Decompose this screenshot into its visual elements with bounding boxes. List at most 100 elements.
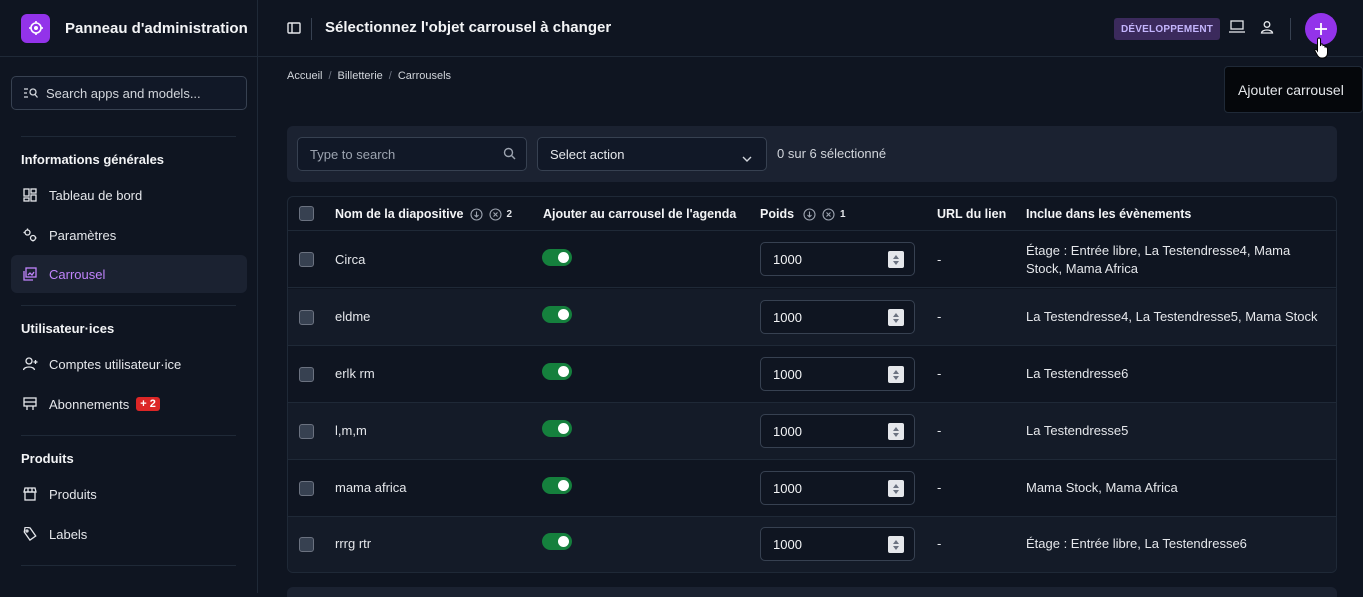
weight-input[interactable]: 1000	[760, 414, 915, 448]
pagination-bar	[287, 587, 1337, 597]
column-label: Nom de la diapositive	[335, 207, 464, 221]
divider	[21, 435, 236, 436]
page-title: Sélectionnez l'objet carrousel à changer	[325, 19, 612, 36]
sidebar-item-label: Abonnements	[49, 396, 130, 412]
sidebar-item-label: Carrousel	[49, 266, 106, 282]
remove-sort-icon[interactable]	[822, 207, 835, 221]
agenda-toggle[interactable]	[542, 420, 572, 437]
table-row: mama africa 1000 - Mama Stock, Mama Afri…	[288, 460, 1336, 517]
sidebar-item-subscriptions[interactable]: Abonnements + 2	[11, 385, 247, 423]
slide-name-link[interactable]: rrrg rtr	[335, 536, 371, 551]
changelist-toolbar: Type to search Select action 0 sur 6 sél…	[287, 126, 1337, 182]
number-spinner-icon[interactable]	[888, 536, 904, 553]
row-checkbox[interactable]	[299, 424, 314, 439]
breadcrumb-home-link[interactable]: Accueil	[287, 70, 322, 82]
slide-name-link[interactable]: l,m,m	[335, 423, 367, 438]
sort-priority: 1	[840, 208, 846, 220]
remove-sort-icon[interactable]	[488, 207, 502, 221]
divider	[21, 565, 236, 566]
select-all-checkbox[interactable]	[299, 206, 314, 221]
row-checkbox[interactable]	[299, 481, 314, 496]
column-header-weight[interactable]: Poids 1	[760, 207, 846, 221]
add-carousel-tooltip: Ajouter carrousel	[1224, 66, 1363, 113]
sidebar-item-dashboard[interactable]: Tableau de bord	[11, 176, 247, 214]
weight-value: 1000	[773, 366, 802, 382]
chevron-down-icon	[742, 150, 752, 165]
settings-icon	[22, 227, 38, 243]
row-checkbox[interactable]	[299, 367, 314, 382]
slide-name-link[interactable]: erlk rm	[335, 366, 375, 381]
row-checkbox[interactable]	[299, 310, 314, 325]
divider	[1290, 18, 1291, 40]
search-placeholder: Type to search	[310, 146, 396, 162]
dashboard-icon	[22, 187, 38, 203]
changelist-search-input[interactable]: Type to search	[297, 137, 527, 171]
sidebar-search-placeholder: Search apps and models...	[46, 85, 201, 101]
table-row: erlk rm 1000 - La Testendresse6	[288, 346, 1336, 403]
column-header-agenda: Ajouter au carrousel de l'agenda	[543, 207, 737, 221]
row-checkbox[interactable]	[299, 252, 314, 267]
table-row: l,m,m 1000 - La Testendresse5	[288, 403, 1336, 460]
sidebar-item-labels[interactable]: Labels	[11, 515, 247, 553]
weight-input[interactable]: 1000	[760, 242, 915, 276]
agenda-toggle[interactable]	[542, 363, 572, 380]
url-value: -	[937, 423, 942, 438]
events-line: Stock, Mama Africa	[1026, 261, 1138, 276]
sort-descending-icon[interactable]	[469, 207, 483, 221]
subscription-icon	[22, 396, 38, 412]
breadcrumb-separator: /	[328, 70, 332, 82]
column-header-name[interactable]: Nom de la diapositive 2	[335, 207, 512, 221]
agenda-toggle[interactable]	[542, 306, 572, 323]
sidebar-toggle-icon[interactable]	[286, 20, 302, 41]
number-spinner-icon[interactable]	[888, 251, 904, 268]
number-spinner-icon[interactable]	[888, 366, 904, 383]
row-checkbox[interactable]	[299, 537, 314, 552]
events-line: Étage : Entrée libre, La Testendresse4, …	[1026, 243, 1291, 258]
weight-value: 1000	[773, 480, 802, 496]
user-icon[interactable]	[1260, 20, 1274, 39]
user-add-icon	[22, 356, 38, 372]
brand: Panneau d'administration	[0, 0, 257, 57]
sidebar-item-settings[interactable]: Paramètres	[11, 216, 247, 254]
events-value: Étage : Entrée libre, La Testendresse4, …	[1026, 243, 1290, 276]
search-icon[interactable]	[503, 147, 516, 163]
sidebar-item-label: Paramètres	[49, 227, 117, 243]
weight-value: 1000	[773, 309, 802, 325]
url-value: -	[937, 536, 942, 551]
section-title-products: Produits	[21, 451, 74, 466]
slide-name-link[interactable]: eldme	[335, 309, 370, 324]
store-icon	[22, 486, 38, 502]
events-value: La Testendresse6	[1026, 366, 1129, 381]
slide-name-link[interactable]: Circa	[335, 252, 365, 267]
breadcrumb-ticketing-link[interactable]: Billetterie	[338, 70, 383, 82]
breadcrumb: Accueil / Billetterie / Carrousels	[287, 70, 451, 82]
sidebar-search-input[interactable]: Search apps and models...	[11, 76, 247, 110]
weight-input[interactable]: 1000	[760, 471, 915, 505]
weight-input[interactable]: 1000	[760, 300, 915, 334]
weight-value: 1000	[773, 423, 802, 439]
agenda-toggle[interactable]	[542, 249, 572, 266]
agenda-toggle[interactable]	[542, 477, 572, 494]
sidebar-item-user-accounts[interactable]: Comptes utilisateur·ice	[11, 345, 247, 383]
plus-icon	[1315, 23, 1327, 35]
brand-logo-icon[interactable]	[21, 13, 50, 43]
agenda-toggle[interactable]	[542, 533, 572, 550]
weight-input[interactable]: 1000	[760, 357, 915, 391]
weight-input[interactable]: 1000	[760, 527, 915, 561]
column-label: Poids	[760, 207, 795, 221]
breadcrumb-carousels-link[interactable]: Carrousels	[398, 70, 451, 82]
sidebar-item-carousel[interactable]: Carrousel	[11, 255, 247, 293]
column-header-url: URL du lien	[937, 207, 1007, 221]
number-spinner-icon[interactable]	[888, 423, 904, 440]
slide-name-link[interactable]: mama africa	[335, 480, 407, 495]
number-spinner-icon[interactable]	[888, 480, 904, 497]
weight-value: 1000	[773, 251, 802, 267]
hand-cursor-icon	[1314, 37, 1330, 64]
theme-laptop-icon[interactable]	[1229, 20, 1245, 39]
section-title-general: Informations générales	[21, 152, 165, 167]
sidebar-item-products[interactable]: Produits	[11, 475, 247, 513]
action-select[interactable]: Select action	[537, 137, 767, 171]
number-spinner-icon[interactable]	[888, 309, 904, 326]
sidebar-item-label: Produits	[49, 486, 97, 502]
sort-descending-icon[interactable]	[803, 207, 816, 221]
